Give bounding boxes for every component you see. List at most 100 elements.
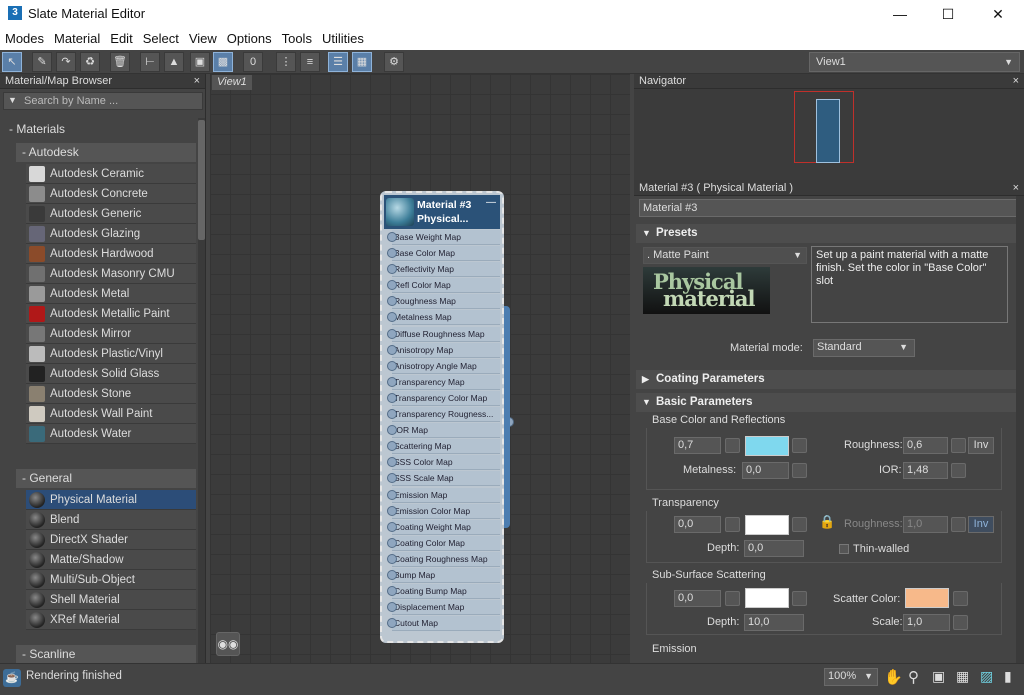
node-slot[interactable]: Cutout Map — [387, 616, 500, 632]
input-socket[interactable] — [387, 360, 397, 371]
transparency-color-swatch[interactable] — [745, 515, 789, 535]
transparency-color-map-button[interactable] — [792, 517, 807, 532]
transparency-weight-spinner[interactable]: 0,0 — [674, 516, 721, 533]
list-item[interactable]: Autodesk Solid Glass — [26, 364, 196, 384]
preset-select[interactable]: . Matte Paint ▼ — [643, 247, 807, 264]
list-item[interactable]: Autodesk Ceramic — [26, 164, 196, 184]
base-weight-map-button[interactable] — [725, 438, 740, 453]
list-item[interactable]: Physical Material — [26, 490, 196, 510]
menu-tools[interactable]: Tools — [277, 28, 317, 50]
list-item[interactable]: XRef Material — [26, 610, 196, 630]
minimize-button[interactable]: — — [876, 0, 924, 28]
menu-modes[interactable]: Modes — [0, 28, 49, 50]
transparency-depth-spinner[interactable]: 0,0 — [744, 540, 804, 557]
input-socket[interactable] — [387, 505, 397, 516]
material-node[interactable]: Material #3 Physical... — Base Weight Ma… — [380, 191, 514, 643]
maximize-button[interactable]: ☐ — [924, 0, 972, 28]
node-slot[interactable]: Reflectivity Map — [387, 262, 500, 278]
list-item[interactable]: Shell Material — [26, 590, 196, 610]
node-slot[interactable]: Coating Color Map — [387, 535, 500, 551]
category-scanline[interactable]: - Scanline — [16, 645, 196, 664]
node-slot[interactable]: Coating Weight Map — [387, 519, 500, 535]
scale-map-button[interactable] — [953, 615, 968, 630]
input-socket[interactable] — [387, 489, 397, 500]
node-slot[interactable]: Anisotropy Map — [387, 342, 500, 358]
binoculars-icon[interactable]: ◉◉ — [216, 632, 240, 656]
scatter-color-swatch[interactable] — [905, 588, 949, 608]
layout-children-icon[interactable]: ≡ — [300, 52, 320, 72]
node-slot[interactable]: Anisotropy Angle Map — [387, 358, 500, 374]
material-name-field[interactable]: Material #3 — [639, 199, 1017, 217]
node-slot[interactable]: Coating Bump Map — [387, 584, 500, 600]
search-input[interactable]: ▼ Search by Name ... — [3, 92, 203, 110]
node-slot[interactable]: Roughness Map — [387, 294, 500, 310]
sss-color-swatch[interactable] — [745, 588, 789, 608]
material-browser-toggle-icon[interactable]: ☰ — [328, 52, 348, 72]
node-slot[interactable]: IOR Map — [387, 423, 500, 439]
category-general[interactable]: - General — [16, 469, 196, 488]
list-item[interactable]: Autodesk Concrete — [26, 184, 196, 204]
list-item[interactable]: Autodesk Metallic Paint — [26, 304, 196, 324]
metalness-spinner[interactable]: 0,0 — [742, 462, 789, 479]
node-slot[interactable]: Base Color Map — [387, 246, 500, 262]
material-id-button[interactable]: 0 — [243, 52, 263, 72]
node-slot[interactable]: Coating Roughness Map — [387, 551, 500, 567]
material-mode-select[interactable]: Standard ▼ — [813, 339, 915, 357]
basic-parameters-rollout[interactable]: ▼ Basic Parameters — [636, 393, 1018, 412]
input-socket[interactable] — [387, 392, 397, 403]
put-to-scene-icon[interactable]: ↷ — [56, 52, 76, 72]
category-autodesk[interactable]: - Autodesk — [16, 143, 196, 162]
move-children-icon[interactable]: ⊢ — [140, 52, 160, 72]
metalness-map-button[interactable] — [792, 463, 807, 478]
input-socket[interactable] — [387, 521, 397, 532]
close-button[interactable]: ✕ — [974, 0, 1022, 28]
parameter-editor-toggle-icon[interactable]: ▦ — [352, 52, 372, 72]
rollout-open-icon[interactable]: ▼ — [642, 393, 651, 412]
node-slot[interactable]: Metalness Map — [387, 310, 500, 326]
collapse-icon[interactable]: — — [486, 197, 496, 208]
lock-icon[interactable]: 🔒 — [819, 514, 835, 530]
input-socket[interactable] — [387, 232, 397, 242]
transparency-roughness-spinner[interactable]: 1,0 — [903, 516, 948, 533]
menu-utilities[interactable]: Utilities — [317, 28, 369, 50]
input-socket[interactable] — [387, 586, 397, 597]
base-weight-spinner[interactable]: 0,7 — [674, 437, 721, 454]
list-item[interactable]: DirectX Shader — [26, 530, 196, 550]
list-item[interactable]: Multi/Sub-Object — [26, 570, 196, 590]
input-socket[interactable] — [387, 409, 397, 420]
node-slot[interactable]: Emission Color Map — [387, 503, 500, 519]
node-header[interactable]: Material #3 Physical... — — [384, 195, 500, 229]
zoom-extents-icon[interactable]: ▦ — [956, 668, 969, 685]
sss-weight-spinner[interactable]: 0,0 — [674, 590, 721, 607]
frame-all-icon[interactable]: ▮ — [1004, 668, 1012, 685]
hide-unused-icon[interactable]: ▲ — [164, 52, 184, 72]
close-icon[interactable]: × — [1013, 74, 1019, 89]
list-item[interactable]: Autodesk Wall Paint — [26, 404, 196, 424]
tab-view1[interactable]: View1 — [212, 75, 252, 90]
parameter-scrollbar[interactable] — [1016, 196, 1024, 663]
delete-icon[interactable]: 🗑 — [110, 52, 130, 72]
node-slot[interactable]: Displacement Map — [387, 600, 500, 616]
scrollbar-thumb[interactable] — [198, 120, 205, 240]
node-slot[interactable]: Bump Map — [387, 567, 500, 583]
node-slot[interactable]: SSS Scale Map — [387, 471, 500, 487]
node-slot[interactable]: Emission Map — [387, 487, 500, 503]
zoom-region-icon[interactable]: ▣ — [932, 668, 945, 685]
menu-material[interactable]: Material — [49, 28, 105, 50]
node-slot[interactable]: Transparency Map — [387, 374, 500, 390]
sss-weight-map-button[interactable] — [725, 591, 740, 606]
base-color-swatch[interactable] — [745, 436, 789, 456]
pan-icon[interactable]: ✋ — [884, 668, 903, 686]
input-socket[interactable] — [387, 537, 397, 548]
input-socket[interactable] — [387, 344, 397, 355]
node-slot[interactable]: Scattering Map — [387, 439, 500, 455]
list-item[interactable]: Matte/Shadow — [26, 550, 196, 570]
navigator-panel[interactable]: Navigator × — [634, 74, 1024, 180]
render-teapot-icon[interactable]: ☕ — [3, 669, 21, 687]
zoom-extents-selected-icon[interactable]: ▨ — [980, 668, 993, 685]
node-slot[interactable]: Diffuse Roughness Map — [387, 326, 500, 342]
list-item[interactable]: Autodesk Water — [26, 424, 196, 444]
presets-rollout[interactable]: ▼ Presets — [636, 224, 1018, 243]
chevron-down-icon[interactable]: ▼ — [8, 95, 17, 105]
close-icon[interactable]: × — [194, 74, 200, 89]
